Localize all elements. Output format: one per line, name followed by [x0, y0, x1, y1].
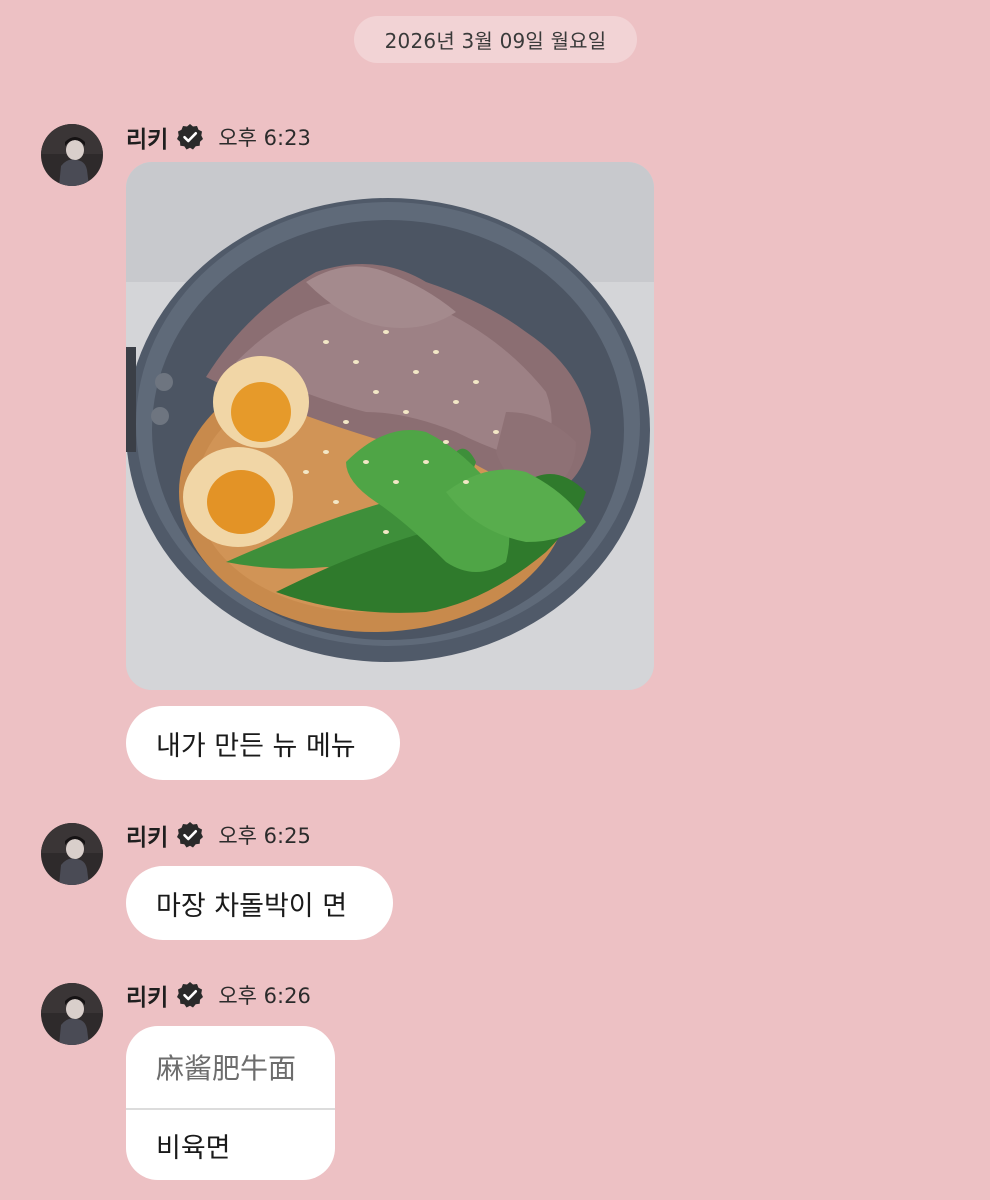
message-photo[interactable] [126, 162, 654, 690]
message-text: 마장 차돌박이 면 [156, 890, 348, 922]
message-time: 오후 6:26 [218, 984, 311, 1008]
avatar[interactable] [41, 823, 103, 885]
verified-badge-icon [176, 123, 204, 151]
message-text: 내가 만든 뉴 메뉴 [156, 730, 356, 762]
avatar[interactable] [41, 983, 103, 1045]
sender-name[interactable]: 리키 [126, 120, 168, 154]
date-divider: 2026년 3월 09일 월요일 [354, 16, 637, 63]
message-bubble[interactable]: 마장 차돌박이 면 [126, 866, 393, 940]
message-header: 리키 오후 6:26 [126, 978, 311, 1012]
message-header: 리키 오후 6:25 [126, 818, 311, 852]
sender-name[interactable]: 리키 [126, 818, 168, 852]
avatar[interactable] [41, 124, 103, 186]
quoted-text: 麻酱肥牛面 [156, 1052, 297, 1085]
message-time: 오후 6:23 [218, 126, 311, 150]
message-time: 오후 6:25 [218, 824, 311, 848]
verified-badge-icon [176, 981, 204, 1009]
message-bubble[interactable]: 내가 만든 뉴 메뉴 [126, 706, 400, 780]
sender-name[interactable]: 리키 [126, 978, 168, 1012]
verified-badge-icon [176, 821, 204, 849]
message-header: 리키 오후 6:23 [126, 120, 311, 154]
message-text: 비육면 [156, 1132, 231, 1164]
quoted-message-bubble[interactable]: 麻酱肥牛面 비육면 [126, 1026, 335, 1180]
